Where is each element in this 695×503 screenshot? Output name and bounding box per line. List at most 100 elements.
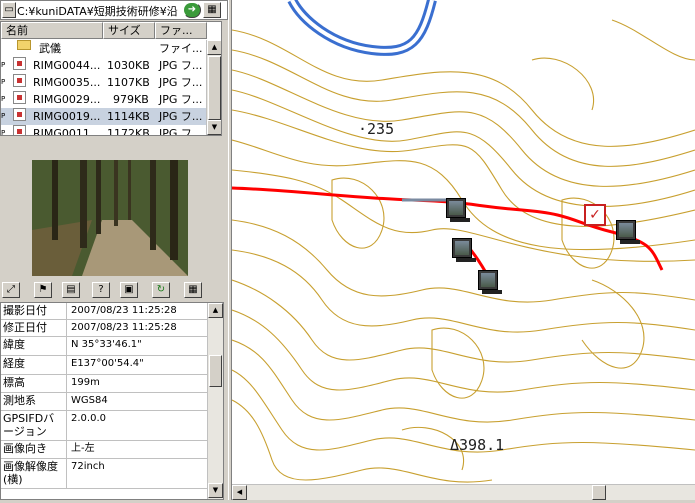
file-name: RIMG0044... — [33, 59, 101, 72]
file-name: RIMG0029... — [33, 93, 101, 106]
rotate-icon[interactable]: ↻ — [152, 282, 170, 298]
flag-icon[interactable]: ⚑ — [34, 282, 52, 298]
property-value: WGS84 — [71, 395, 108, 406]
topographic-map[interactable]: ·235 Δ398.1 ✓ — [232, 0, 695, 484]
image-file-icon — [13, 57, 26, 70]
list-item[interactable]: P RIMG0011... 1172KB JPG フ... — [1, 125, 221, 136]
save-icon[interactable]: ▣ — [120, 282, 138, 298]
path-bar[interactable]: ▭ C:¥kuniDATA¥短期技術研修¥沿 ➜ ▦ — [0, 0, 228, 20]
property-row: 経度 E137°00'54.4" — [1, 356, 207, 375]
scroll-left-button[interactable]: ◀ — [232, 485, 247, 500]
property-value: 2007/08/23 11:25:28 — [71, 322, 177, 333]
properties-table: 撮影日付 2007/08/23 11:25:28 修正日付 2007/08/23… — [0, 302, 224, 500]
property-key: 撮影日付 — [1, 303, 67, 319]
property-key: GPSIFDバージョン — [1, 411, 67, 440]
property-row: 撮影日付 2007/08/23 11:25:28 — [1, 303, 207, 320]
scroll-thumb[interactable] — [209, 355, 222, 387]
gps-flag-icon: P — [1, 95, 6, 103]
document-icon[interactable]: ▤ — [62, 282, 80, 298]
help-icon[interactable]: ? — [92, 282, 110, 298]
property-key: 経度 — [1, 356, 67, 374]
file-type: JPG フ... — [159, 93, 203, 106]
gps-flag-icon: P — [1, 129, 6, 136]
column-header-size[interactable]: サイズ — [103, 22, 155, 39]
image-file-icon — [13, 108, 26, 121]
triangulation-label: Δ398.1 — [450, 436, 505, 454]
gps-flag-icon: P — [1, 61, 6, 69]
property-key: 測地系 — [1, 393, 67, 410]
property-key: 緯度 — [1, 337, 67, 355]
scroll-thumb[interactable] — [208, 56, 221, 120]
image-file-icon — [13, 74, 26, 87]
fit-icon[interactable]: ⤢ — [2, 282, 20, 298]
file-size: 1030KB — [107, 59, 150, 72]
scroll-thumb[interactable] — [592, 485, 606, 500]
scroll-down-button[interactable]: ▼ — [208, 483, 223, 498]
property-key: 標高 — [1, 375, 67, 392]
scroll-up-button[interactable]: ▲ — [207, 40, 221, 55]
property-row: 緯度 N 35°33'46.1" — [1, 337, 207, 356]
file-type: JPG フ... — [159, 110, 203, 123]
property-row: 測地系 WGS84 — [1, 393, 207, 411]
file-type: JPG フ... — [159, 76, 203, 89]
file-size: 979KB — [113, 93, 149, 106]
photo-toolbar: ⤢ ⚑ ▤ ? ▣ ↻ ▦ — [0, 280, 228, 302]
grid-icon[interactable]: ▦ — [184, 282, 202, 298]
image-file-icon — [13, 91, 26, 104]
view-toggle-button[interactable]: ▦ — [203, 2, 221, 18]
file-size: 1114KB — [107, 110, 150, 123]
list-item[interactable]: P RIMG0035... 1107KB JPG フ... — [1, 74, 221, 91]
file-size: 1172KB — [107, 127, 150, 136]
property-value: 199m — [71, 377, 100, 388]
go-icon[interactable]: ➜ — [183, 2, 201, 18]
property-value: 上-左 — [71, 443, 95, 454]
file-size: 1107KB — [107, 76, 150, 89]
property-row: 修正日付 2007/08/23 11:25:28 — [1, 320, 207, 337]
column-header-name[interactable]: 名前 — [1, 22, 103, 39]
folder-icon — [17, 40, 31, 50]
file-list-scrollbar[interactable]: ▲ ▼ — [206, 40, 221, 135]
property-key: 修正日付 — [1, 320, 67, 336]
property-row: 標高 199m — [1, 375, 207, 393]
forest-path-photo — [32, 160, 188, 276]
path-text: C:¥kuniDATA¥短期技術研修¥沿 — [17, 5, 178, 18]
list-item-selected[interactable]: P RIMG0019... 1114KB JPG フ... — [1, 108, 221, 125]
file-list[interactable]: 名前 サイズ ファ... 武儀 ファイ... P RIMG0044... 103… — [0, 21, 222, 136]
scroll-up-button[interactable]: ▲ — [208, 303, 223, 318]
photo-marker[interactable] — [446, 198, 470, 222]
file-name: RIMG0011... — [33, 127, 101, 136]
folder-icon: ▭ — [2, 2, 16, 18]
file-name: RIMG0019... — [33, 110, 101, 123]
file-type: JPG フ... — [159, 59, 203, 72]
list-item[interactable]: P RIMG0029... 979KB JPG フ... — [1, 91, 221, 108]
map-horizontal-scrollbar[interactable]: ◀ — [232, 484, 695, 500]
file-name: RIMG0035... — [33, 76, 101, 89]
photo-marker[interactable] — [616, 220, 640, 244]
folder-name: 武儀 — [39, 42, 61, 55]
list-item-folder[interactable]: 武儀 ファイ... — [1, 40, 221, 57]
property-key: 画像解像度(横) — [1, 459, 67, 488]
gps-flag-icon: P — [1, 112, 6, 120]
property-value: 72inch — [71, 461, 105, 472]
property-key: 画像向き — [1, 441, 67, 458]
properties-scrollbar[interactable]: ▲ ▼ — [207, 303, 223, 499]
property-value: 2.0.0.0 — [71, 413, 106, 424]
folder-type: ファイ... — [159, 42, 203, 55]
photo-marker[interactable] — [452, 238, 476, 262]
property-value: 2007/08/23 11:25:28 — [71, 305, 177, 316]
photo-preview[interactable] — [32, 160, 188, 276]
property-row: 画像向き 上-左 — [1, 441, 207, 459]
property-value: E137°00'54.4" — [71, 358, 144, 369]
file-type: JPG フ... — [159, 127, 203, 136]
photo-marker[interactable] — [478, 270, 502, 294]
gps-flag-icon: P — [1, 78, 6, 86]
column-header-type[interactable]: ファ... — [155, 22, 207, 39]
list-item[interactable]: P RIMG0044... 1030KB JPG フ... — [1, 57, 221, 74]
property-value: N 35°33'46.1" — [71, 339, 142, 350]
image-file-icon — [13, 125, 26, 135]
selected-photo-marker-icon[interactable]: ✓ — [584, 204, 606, 226]
elevation-label: ·235 — [358, 120, 395, 138]
property-row: 画像解像度(横) 72inch — [1, 459, 207, 489]
property-row: GPSIFDバージョン 2.0.0.0 — [1, 411, 207, 441]
scroll-down-button[interactable]: ▼ — [207, 120, 221, 135]
